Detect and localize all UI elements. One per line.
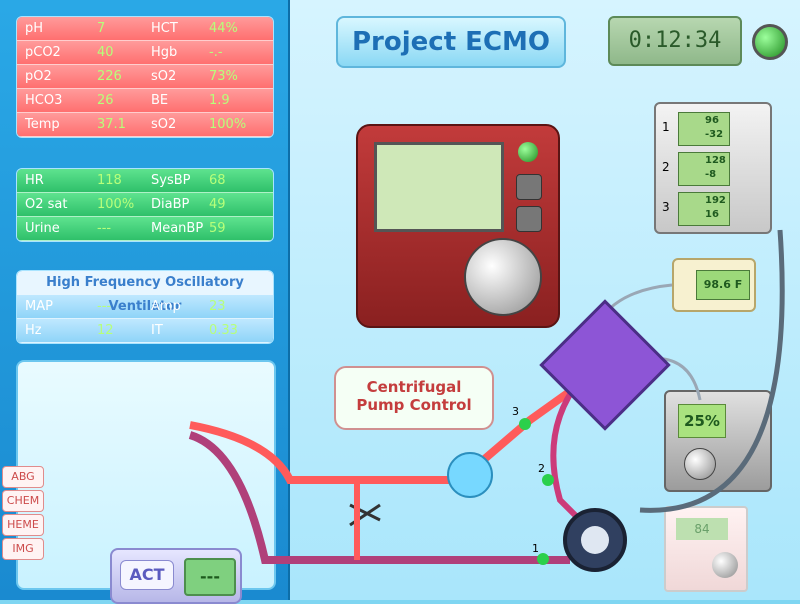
port-3-label: 3 <box>512 405 519 418</box>
port-2-icon <box>542 474 554 486</box>
bubble-detector-icon <box>447 452 493 498</box>
port-1-label: 1 <box>532 542 539 555</box>
port-2-label: 2 <box>538 462 545 475</box>
ecmo-circuit: 3 2 1 <box>188 229 785 572</box>
venous-line <box>188 431 570 564</box>
port-3-icon <box>519 418 531 430</box>
pump-head-center-icon <box>581 526 609 554</box>
